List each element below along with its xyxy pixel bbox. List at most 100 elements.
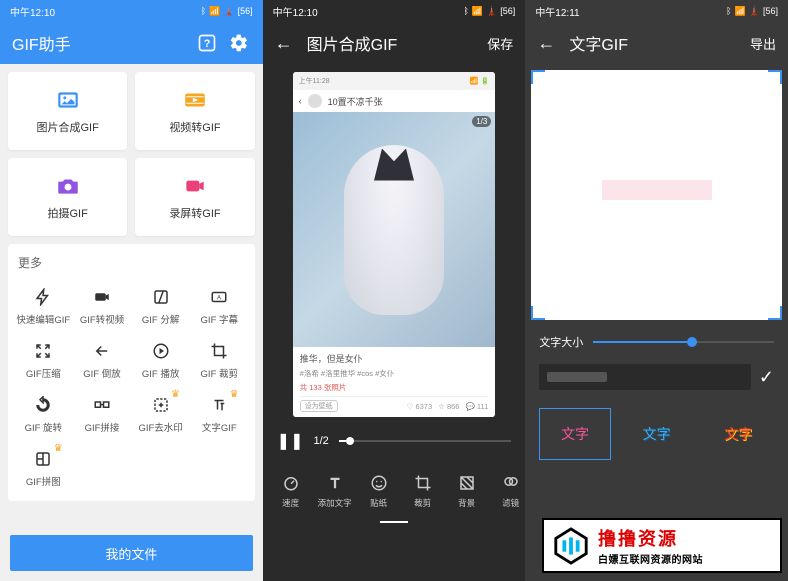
text-icon [325,473,345,493]
collage-icon [32,448,54,470]
corner-icon [768,70,782,84]
video-to-gif-icon [182,87,208,113]
help-icon[interactable]: ? [195,31,219,55]
tool-gif-split[interactable]: GIF 分解 [131,279,190,333]
bluetooth-icon: ᛒ [201,6,206,16]
background-icon [457,473,477,493]
pause-icon[interactable]: ❚❚ [277,431,304,451]
tool-crop[interactable]: 裁剪 [401,473,445,509]
tool-gif-play[interactable]: GIF 播放 [131,333,190,387]
wifi-icon: 🗼 [749,6,760,17]
toolbar-indicator [380,521,408,523]
status-icons: ᛒ 📶 🗼 [56] [201,6,253,17]
card-record-gif[interactable]: 录屏转GIF [135,158,254,236]
style-preset-2[interactable]: 文字 [621,408,693,460]
status-bar: 中午12:10 ᛒ 📶 🗼 [56] [263,0,526,22]
tool-gif-compress[interactable]: GIF压缩 [14,333,73,387]
tool-gif-watermark[interactable]: ♛ GIF去水印 [131,387,190,441]
inner-back-icon: ‹ [299,96,302,106]
tool-gif-subtitle[interactable]: A GIF 字幕 [190,279,249,333]
export-button[interactable]: 导出 [750,34,776,53]
status-bar: 中午12:11 ᛒ 📶 🗼 [56] [525,0,788,22]
sticker-icon [369,473,389,493]
tool-text-gif[interactable]: ♛ 文字GIF [190,387,249,441]
tool-label: GIF 倒放 [83,366,120,380]
merge-icon [91,394,113,416]
tool-gif-collage[interactable]: ♛ GIF拼图 [14,441,73,495]
card-shoot-gif[interactable]: 拍摄GIF [8,158,127,236]
style-preset-3[interactable]: 文字 [702,408,774,460]
tool-speed[interactable]: 速度 [269,473,313,509]
confirm-icon[interactable]: ✓ [759,367,774,388]
corner-icon [768,306,782,320]
inner-header: ‹ 10置不凉千张 [293,90,496,112]
style-preset-1[interactable]: 文字 [539,408,611,460]
screen-text-gif: 中午12:11 ᛒ 📶 🗼 [56] ← 文字GIF 导出 文字大小 [525,0,788,581]
tool-add-text[interactable]: 添加文字 [313,473,357,509]
tool-gif-reverse[interactable]: GIF 倒放 [73,333,132,387]
rotate-icon [32,394,54,416]
tool-label: 添加文字 [318,497,352,509]
app-bar: ← 图片合成GIF 保存 [263,22,526,64]
text-icon [208,394,230,416]
tool-label: GIF 分解 [142,312,179,326]
tool-sticker[interactable]: 贴纸 [357,473,401,509]
my-files-button[interactable]: 我的文件 [10,535,253,571]
meta-title: 推华，但是女仆 [300,352,489,365]
battery-icon: [56] [763,6,778,16]
crop-icon [413,473,433,493]
comment-count: 💬 111 [465,402,488,411]
screen-compose: 中午12:10 ᛒ 📶 🗼 [56] ← 图片合成GIF 保存 上午11:28 … [263,0,526,581]
font-size-slider[interactable] [593,341,774,343]
tool-gif-rotate[interactable]: GIF 旋转 [14,387,73,441]
tool-gif-crop[interactable]: GIF 裁剪 [190,333,249,387]
wifi-icon: 🗼 [223,6,234,17]
tool-label: 速度 [282,497,299,509]
frame-counter: 1/2 [313,435,328,447]
tool-quick-edit[interactable]: 快速编辑GIF [14,279,73,333]
watermark: 撸撸资源 白嫖互联网资源的网站 [542,518,782,573]
status-bar: 中午12:10 ᛒ 📶 🗼 [56] [0,0,263,22]
bluetooth-icon: ᛒ [726,6,731,16]
preview-figure [344,145,444,315]
status-time: 中午12:10 [273,4,318,19]
text-input[interactable] [539,364,751,390]
image-to-gif-icon [55,87,81,113]
inner-header-text: 10置不凉千张 [328,95,383,108]
crop-icon [208,340,230,362]
tool-label: 快速编辑GIF [16,312,70,326]
preview-meta: 推华，但是女仆 #洛希 #洛里推华 #cos #女仆 共 133 张照片 设为壁… [293,347,496,417]
tool-gif-merge[interactable]: GIF拼接 [73,387,132,441]
card-label: 录屏转GIF [169,205,220,221]
tool-background[interactable]: 背景 [445,473,489,509]
preview-frame: 上午11:28 📶 🔋 ‹ 10置不凉千张 1/3 推华，但是女仆 #洛希 #洛… [293,72,496,417]
app-bar: ← 文字GIF 导出 [525,22,788,64]
corner-icon [531,306,545,320]
save-button[interactable]: 保存 [487,34,513,53]
tool-filter[interactable]: 滤镜 [489,473,526,509]
progress-slider[interactable] [339,440,512,442]
card-video-to-gif[interactable]: 视频转GIF [135,72,254,150]
card-image-to-gif[interactable]: 图片合成GIF [8,72,127,150]
settings-icon[interactable] [227,31,251,55]
battery-icon: [56] [500,6,515,16]
watermark-logo-icon [552,527,590,565]
back-icon[interactable]: ← [275,33,293,54]
style-text: 文字 [724,424,752,444]
inner-status-bar: 上午11:28 📶 🔋 [293,72,496,90]
tool-gif-to-video[interactable]: GIF转视频 [73,279,132,333]
font-size-row: 文字大小 [525,326,788,358]
tool-label: GIF压缩 [26,366,61,380]
tool-label: 裁剪 [414,497,431,509]
tool-label: 文字GIF [202,420,237,434]
edit-toolbar: 速度 添加文字 贴纸 裁剪 背景 滤镜 [263,457,526,515]
text-canvas[interactable] [531,70,782,320]
tool-label: 背景 [458,497,475,509]
meta-footer: 设为壁纸 ♡ 6373 ☆ 866 💬 111 [300,396,489,412]
split-icon [150,286,172,308]
tool-label: 滤镜 [502,497,519,509]
back-icon[interactable]: ← [537,33,555,54]
reverse-icon [91,340,113,362]
card-label: 图片合成GIF [36,119,98,135]
signal-icon: 📶 [735,6,746,17]
